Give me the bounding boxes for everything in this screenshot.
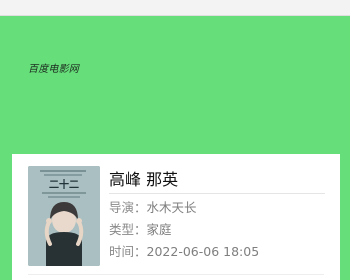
director-label: 导演： [109,200,147,215]
time-row: 时间：2022-06-06 18:05 [109,244,325,260]
movie-card[interactable]: 二十二 高峰 那英 导演：水木天长 类型：家庭 时间：2022-06-06 18… [12,154,340,280]
movie-info: 高峰 那英 导演：水木天长 类型：家庭 时间：2022-06-06 18:05 [109,170,325,260]
genre-label: 类型： [109,222,147,237]
genre-row: 类型：家庭 [109,222,325,238]
page: 百度电影网 二十二 高峰 那英 导演：水木天长 类型：家庭 时间：2022-06… [0,0,350,280]
director-row: 导演：水木天长 [109,200,325,216]
genre-value: 家庭 [146,222,172,237]
poster-title: 二十二 [49,178,79,191]
card-divider [28,274,324,275]
movie-title[interactable]: 高峰 那英 [109,170,325,194]
site-logo[interactable]: 百度电影网 [28,60,79,75]
movie-poster[interactable]: 二十二 [28,166,100,266]
director-value: 水木天长 [146,200,197,215]
top-bar [0,0,350,16]
time-value: 2022-06-06 18:05 [146,244,260,259]
poster-art: 二十二 [28,166,100,266]
time-label: 时间： [109,244,147,259]
